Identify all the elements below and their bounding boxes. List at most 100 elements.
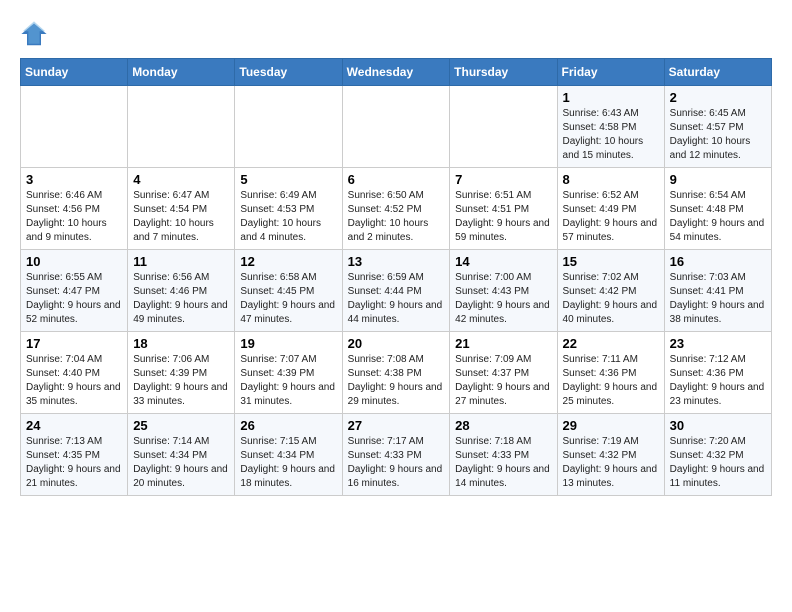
weekday-header-saturday: Saturday — [664, 59, 771, 86]
calendar-cell: 8 Sunrise: 6:52 AM Sunset: 4:49 PM Daylig… — [557, 168, 664, 250]
weekday-header-sunday: Sunday — [21, 59, 128, 86]
day-info: Sunrise: 7:03 AM Sunset: 4:41 PM Dayligh… — [670, 271, 766, 327]
day-info: Sunrise: 6:49 AM Sunset: 4:53 PM Dayligh… — [240, 189, 336, 245]
calendar-cell: 29 Sunrise: 7:19 AM Sunset: 4:32 PM Dayli… — [557, 414, 664, 496]
logo-icon — [20, 20, 48, 48]
day-number: 9 — [670, 172, 766, 187]
calendar-cell: 28Sunrise: 7:18 AM Sunset: 4:33 PM Dayli… — [450, 414, 557, 496]
calendar-week-2: 3 Sunrise: 6:46 AM Sunset: 4:56 PM Daylig… — [21, 168, 772, 250]
day-info: Sunrise: 7:06 AM Sunset: 4:39 PM Dayligh… — [133, 353, 229, 409]
calendar-cell — [128, 86, 235, 168]
day-info: Sunrise: 6:58 AM Sunset: 4:45 PM Dayligh… — [240, 271, 336, 327]
calendar-cell: 19 Sunrise: 7:07 AM Sunset: 4:39 PM Dayli… — [235, 332, 342, 414]
day-info: Sunrise: 6:55 AM Sunset: 4:47 PM Dayligh… — [26, 271, 122, 327]
day-info: Sunrise: 6:43 AM Sunset: 4:58 PM Dayligh… — [563, 107, 659, 163]
day-number: 11 — [133, 254, 229, 269]
day-info: Sunrise: 6:45 AM Sunset: 4:57 PM Dayligh… — [670, 107, 766, 163]
calendar-cell: 12 Sunrise: 6:58 AM Sunset: 4:45 PM Dayli… — [235, 250, 342, 332]
calendar-cell: 3 Sunrise: 6:46 AM Sunset: 4:56 PM Daylig… — [21, 168, 128, 250]
day-number: 3 — [26, 172, 122, 187]
day-info: Sunrise: 7:17 AM Sunset: 4:33 PM Dayligh… — [348, 435, 445, 491]
day-info: Sunrise: 7:11 AM Sunset: 4:36 PM Dayligh… — [563, 353, 659, 409]
day-number: 25 — [133, 418, 229, 433]
day-info: Sunrise: 7:09 AM Sunset: 4:37 PM Dayligh… — [455, 353, 551, 409]
calendar-cell: 21 Sunrise: 7:09 AM Sunset: 4:37 PM Dayli… — [450, 332, 557, 414]
calendar-cell: 14 Sunrise: 7:00 AM Sunset: 4:43 PM Dayli… — [450, 250, 557, 332]
day-number: 15 — [563, 254, 659, 269]
day-number: 26 — [240, 418, 336, 433]
day-number: 29 — [563, 418, 659, 433]
day-number: 17 — [26, 336, 122, 351]
calendar-week-3: 10 Sunrise: 6:55 AM Sunset: 4:47 PM Dayli… — [21, 250, 772, 332]
day-info: Sunrise: 7:12 AM Sunset: 4:36 PM Dayligh… — [670, 353, 766, 409]
calendar-cell: 20 Sunrise: 7:08 AM Sunset: 4:38 PM Dayli… — [342, 332, 450, 414]
day-number: 14 — [455, 254, 551, 269]
day-number: 2 — [670, 90, 766, 105]
logo — [20, 20, 52, 48]
calendar-cell: 13 Sunrise: 6:59 AM Sunset: 4:44 PM Dayli… — [342, 250, 450, 332]
day-number: 27 — [348, 418, 445, 433]
day-info: Sunrise: 7:20 AM Sunset: 4:32 PM Dayligh… — [670, 435, 766, 491]
day-info: Sunrise: 6:51 AM Sunset: 4:51 PM Dayligh… — [455, 189, 551, 245]
day-number: 4 — [133, 172, 229, 187]
day-number: 20 — [348, 336, 445, 351]
calendar-cell: 25 Sunrise: 7:14 AM Sunset: 4:34 PM Dayli… — [128, 414, 235, 496]
calendar-table: SundayMondayTuesdayWednesdayThursdayFrid… — [20, 58, 772, 496]
day-info: Sunrise: 7:00 AM Sunset: 4:43 PM Dayligh… — [455, 271, 551, 327]
day-number: 18 — [133, 336, 229, 351]
day-info: Sunrise: 6:50 AM Sunset: 4:52 PM Dayligh… — [348, 189, 445, 245]
day-info: Sunrise: 7:14 AM Sunset: 4:34 PM Dayligh… — [133, 435, 229, 491]
day-number: 1 — [563, 90, 659, 105]
calendar-cell: 7 Sunrise: 6:51 AM Sunset: 4:51 PM Daylig… — [450, 168, 557, 250]
calendar-week-5: 24Sunrise: 7:13 AM Sunset: 4:35 PM Dayli… — [21, 414, 772, 496]
day-info: Sunrise: 6:59 AM Sunset: 4:44 PM Dayligh… — [348, 271, 445, 327]
day-number: 10 — [26, 254, 122, 269]
calendar-cell: 1 Sunrise: 6:43 AM Sunset: 4:58 PM Daylig… — [557, 86, 664, 168]
day-number: 6 — [348, 172, 445, 187]
day-info: Sunrise: 6:46 AM Sunset: 4:56 PM Dayligh… — [26, 189, 122, 245]
calendar-cell: 15Sunrise: 7:02 AM Sunset: 4:42 PM Dayli… — [557, 250, 664, 332]
day-info: Sunrise: 6:52 AM Sunset: 4:49 PM Dayligh… — [563, 189, 659, 245]
weekday-header-monday: Monday — [128, 59, 235, 86]
weekday-header-tuesday: Tuesday — [235, 59, 342, 86]
day-info: Sunrise: 7:08 AM Sunset: 4:38 PM Dayligh… — [348, 353, 445, 409]
day-number: 28 — [455, 418, 551, 433]
day-info: Sunrise: 6:54 AM Sunset: 4:48 PM Dayligh… — [670, 189, 766, 245]
calendar-cell — [21, 86, 128, 168]
day-info: Sunrise: 7:19 AM Sunset: 4:32 PM Dayligh… — [563, 435, 659, 491]
calendar-cell: 27 Sunrise: 7:17 AM Sunset: 4:33 PM Dayli… — [342, 414, 450, 496]
day-number: 5 — [240, 172, 336, 187]
day-number: 12 — [240, 254, 336, 269]
calendar-cell: 6 Sunrise: 6:50 AM Sunset: 4:52 PM Daylig… — [342, 168, 450, 250]
day-number: 8 — [563, 172, 659, 187]
day-number: 23 — [670, 336, 766, 351]
weekday-header-friday: Friday — [557, 59, 664, 86]
day-info: Sunrise: 7:07 AM Sunset: 4:39 PM Dayligh… — [240, 353, 336, 409]
day-number: 21 — [455, 336, 551, 351]
day-number: 13 — [348, 254, 445, 269]
day-info: Sunrise: 6:56 AM Sunset: 4:46 PM Dayligh… — [133, 271, 229, 327]
calendar-cell: 18 Sunrise: 7:06 AM Sunset: 4:39 PM Dayli… — [128, 332, 235, 414]
calendar-week-1: 1 Sunrise: 6:43 AM Sunset: 4:58 PM Daylig… — [21, 86, 772, 168]
calendar-cell: 4Sunrise: 6:47 AM Sunset: 4:54 PM Daylig… — [128, 168, 235, 250]
weekday-header-wednesday: Wednesday — [342, 59, 450, 86]
day-number: 19 — [240, 336, 336, 351]
calendar-cell: 17 Sunrise: 7:04 AM Sunset: 4:40 PM Dayli… — [21, 332, 128, 414]
calendar-cell: 9 Sunrise: 6:54 AM Sunset: 4:48 PM Daylig… — [664, 168, 771, 250]
calendar-cell: 10 Sunrise: 6:55 AM Sunset: 4:47 PM Dayli… — [21, 250, 128, 332]
calendar-cell: 11 Sunrise: 6:56 AM Sunset: 4:46 PM Dayli… — [128, 250, 235, 332]
day-info: Sunrise: 7:13 AM Sunset: 4:35 PM Dayligh… — [26, 435, 122, 491]
calendar-header-row: SundayMondayTuesdayWednesdayThursdayFrid… — [21, 59, 772, 86]
day-number: 22 — [563, 336, 659, 351]
calendar-cell: 2 Sunrise: 6:45 AM Sunset: 4:57 PM Daylig… — [664, 86, 771, 168]
calendar-cell: 26 Sunrise: 7:15 AM Sunset: 4:34 PM Dayli… — [235, 414, 342, 496]
day-number: 30 — [670, 418, 766, 433]
day-number: 16 — [670, 254, 766, 269]
calendar-cell: 5 Sunrise: 6:49 AM Sunset: 4:53 PM Daylig… — [235, 168, 342, 250]
calendar-week-4: 17 Sunrise: 7:04 AM Sunset: 4:40 PM Dayli… — [21, 332, 772, 414]
calendar-cell — [450, 86, 557, 168]
day-number: 7 — [455, 172, 551, 187]
day-info: Sunrise: 7:04 AM Sunset: 4:40 PM Dayligh… — [26, 353, 122, 409]
day-info: Sunrise: 7:15 AM Sunset: 4:34 PM Dayligh… — [240, 435, 336, 491]
calendar-cell: 23 Sunrise: 7:12 AM Sunset: 4:36 PM Dayli… — [664, 332, 771, 414]
